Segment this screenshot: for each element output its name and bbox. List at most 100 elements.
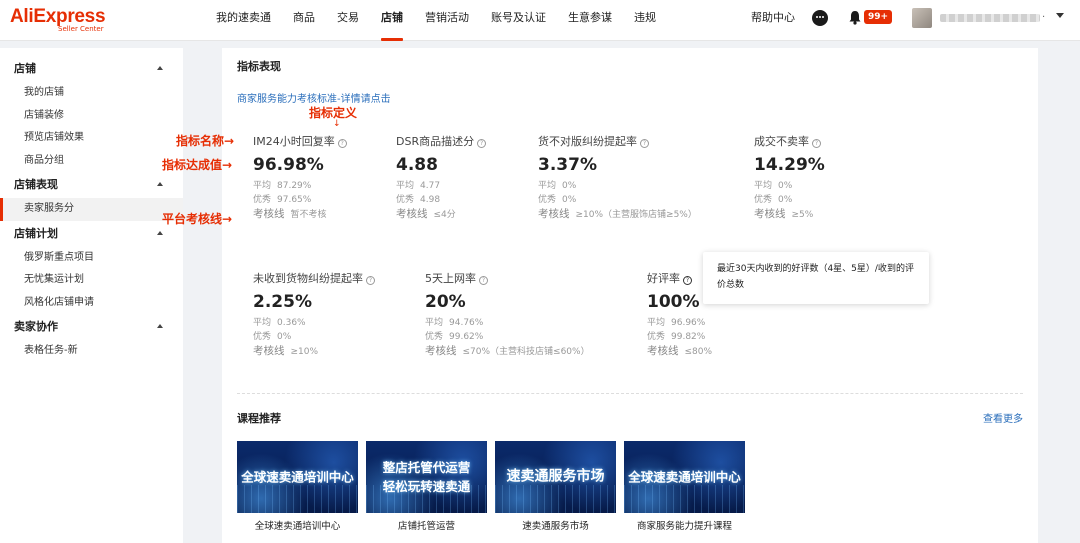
nav-item-business-advisor[interactable]: 生意参谋 — [568, 0, 612, 41]
avg-label: 平均 — [253, 318, 272, 328]
line-label: 考核线 — [253, 345, 285, 357]
chevron-down-icon[interactable] — [1056, 13, 1064, 18]
course-caption[interactable]: 店铺托管运营 — [366, 518, 487, 532]
help-icon[interactable]: ? — [640, 139, 649, 148]
line-label: 考核线 — [647, 345, 679, 357]
line-label: 考核线 — [425, 345, 457, 357]
course-thumbnail[interactable]: 全球速卖通培训中心 — [237, 441, 358, 513]
help-icon[interactable]: ? — [477, 139, 487, 148]
nav-item-orders[interactable]: 交易 — [337, 0, 359, 41]
help-center-link[interactable]: 帮助中心 — [751, 0, 795, 36]
excellent-label: 优秀 — [396, 195, 415, 205]
excellent-value: 99.62% — [449, 332, 484, 342]
course-thumbnail-text: 速卖通服务市场 — [506, 468, 605, 485]
metric-name: 好评率 — [647, 272, 680, 285]
sidebar-group-seller-collaboration[interactable]: 卖家协作 — [0, 314, 183, 340]
sidebar-item-spreadsheet-tasks[interactable]: 表格任务-新 — [0, 340, 183, 363]
message-icon[interactable] — [812, 10, 828, 26]
line-value: ≥10% — [290, 347, 319, 357]
avg-value: 96.96% — [671, 318, 706, 328]
section-title-courses: 课程推荐 — [237, 412, 281, 425]
sidebar-item-seller-service-score[interactable]: 卖家服务分 — [0, 198, 183, 221]
course-card[interactable]: 全球速卖通培训中心 商家服务能力提升课程 — [624, 441, 745, 532]
nav-item-violations[interactable]: 违规 — [634, 0, 656, 41]
metric-name: IM24小时回复率 — [253, 135, 335, 148]
excellent-label: 优秀 — [754, 195, 773, 205]
sidebar-group-label: 店铺表现 — [14, 178, 58, 191]
metric-not-received-rate: 未收到货物纠纷提起率? 2.25% 平均 0.36% 优秀 0% 考核线 ≥10% — [253, 270, 443, 358]
course-thumbnail[interactable]: 速卖通服务市场 — [495, 441, 616, 513]
metric-unfulfilled-rate: 成交不卖率? 14.29% 平均 0% 优秀 0% 考核线 ≥5% — [754, 133, 944, 221]
line-value: 暂不考核 — [290, 210, 327, 220]
nav-item-store[interactable]: 店铺 — [381, 0, 403, 41]
course-card[interactable]: 速卖通服务市场 速卖通服务市场 — [495, 441, 616, 532]
nav-item-my-aliexpress[interactable]: 我的速卖通 — [216, 0, 271, 41]
aliexpress-logo[interactable]: AliExpress Seller Center — [10, 6, 106, 33]
sidebar-group-store-performance[interactable]: 店铺表现 — [0, 172, 183, 198]
sidebar-group-label: 店铺 — [14, 62, 36, 75]
sidebar-item-preview-store[interactable]: 预览店铺效果 — [0, 127, 183, 150]
chevron-up-icon — [157, 230, 163, 235]
excellent-label: 优秀 — [647, 332, 666, 342]
criteria-link[interactable]: 商家服务能力考核标准-详情请点击 — [237, 90, 391, 105]
course-card[interactable]: 整店托管代运营 轻松玩转速卖通 店铺托管运营 — [366, 441, 487, 532]
course-thumbnail[interactable]: 全球速卖通培训中心 — [624, 441, 745, 513]
view-more-link[interactable]: 查看更多 — [983, 410, 1023, 425]
notification-badge: 99+ — [864, 10, 893, 24]
avg-value: 87.29% — [277, 181, 312, 191]
metric-tooltip: 最近30天内收到的好评数（4星、5星）/收到的评价总数 — [703, 252, 929, 304]
avg-label: 平均 — [538, 181, 557, 191]
logo-subtitle: Seller Center — [58, 25, 104, 33]
course-thumbnail[interactable]: 整店托管代运营 轻松玩转速卖通 — [366, 441, 487, 513]
course-card[interactable]: 全球速卖通培训中心 全球速卖通培训中心 — [237, 441, 358, 532]
annotation-arrow: ↓ — [333, 119, 341, 129]
course-caption[interactable]: 速卖通服务市场 — [495, 518, 616, 532]
user-name-blurred[interactable] — [940, 14, 1040, 22]
nav-item-marketing[interactable]: 营销活动 — [425, 0, 469, 41]
course-thumbnail-text: 整店托管代运营 轻松玩转速卖通 — [382, 460, 471, 494]
help-icon[interactable]: ? — [683, 276, 692, 285]
help-icon[interactable]: ? — [479, 276, 488, 285]
top-bar: AliExpress Seller Center 我的速卖通 商品 交易 店铺 … — [0, 0, 1080, 41]
sidebar-group-label: 店铺计划 — [14, 226, 58, 240]
line-label: 考核线 — [538, 208, 570, 220]
sidebar-item-my-store[interactable]: 我的店铺 — [0, 82, 183, 105]
excellent-label: 优秀 — [253, 195, 272, 205]
help-icon[interactable]: ? — [337, 139, 347, 148]
sidebar-group-store-plans[interactable]: 店铺计划 — [0, 221, 183, 247]
nav-item-account[interactable]: 账号及认证 — [491, 0, 546, 41]
nav-item-products[interactable]: 商品 — [293, 0, 315, 41]
metric-name: 货不对版纠纷提起率 — [538, 135, 637, 148]
course-thumbnail-text: 全球速卖通培训中心 — [628, 469, 741, 485]
annotation-assessment-line: 平台考核线→ — [162, 212, 233, 226]
avatar[interactable] — [912, 8, 932, 28]
help-icon[interactable]: ? — [812, 139, 821, 148]
annotation-metric-value: 指标达成值→ — [162, 158, 233, 172]
excellent-value: 97.65% — [277, 195, 312, 205]
line-label: 考核线 — [396, 208, 428, 220]
sidebar-item-product-groups[interactable]: 商品分组 — [0, 150, 183, 173]
help-icon[interactable]: ? — [366, 276, 375, 285]
metric-name: 未收到货物纠纷提起率 — [253, 272, 363, 285]
course-caption[interactable]: 商家服务能力提升课程 — [624, 518, 745, 532]
chevron-up-icon — [157, 324, 163, 328]
excellent-value: 0% — [778, 195, 793, 205]
excellent-value: 0% — [562, 195, 577, 205]
course-caption[interactable]: 全球速卖通培训中心 — [237, 518, 358, 532]
line-label: 考核线 — [253, 208, 285, 220]
sidebar-group-store[interactable]: 店铺 — [0, 56, 183, 82]
sidebar-item-stylized-store[interactable]: 风格化店铺申请 — [0, 292, 183, 315]
avg-label: 平均 — [425, 318, 444, 328]
bell-icon[interactable] — [848, 10, 862, 25]
sidebar-item-consolidation-plan[interactable]: 无忧集运计划 — [0, 269, 183, 292]
line-value: ≤70%（主营科技店铺≤60%） — [462, 347, 590, 357]
sidebar-item-store-decoration[interactable]: 店铺装修 — [0, 105, 183, 128]
metric-5day-online-rate: 5天上网率? 20% 平均 94.76% 优秀 99.62% 考核线 ≤70%（主营科… — [425, 270, 635, 358]
sidebar-item-russia-project[interactable]: 俄罗斯重点项目 — [0, 247, 183, 270]
excellent-label: 优秀 — [538, 195, 557, 205]
line-value: ≤80% — [684, 347, 713, 357]
metric-value: 14.29% — [754, 155, 825, 175]
excellent-value: 4.98 — [420, 195, 441, 205]
excellent-label: 优秀 — [253, 332, 272, 342]
main-nav: 我的速卖通 商品 交易 店铺 营销活动 账号及认证 生意参谋 违规 — [216, 0, 678, 41]
